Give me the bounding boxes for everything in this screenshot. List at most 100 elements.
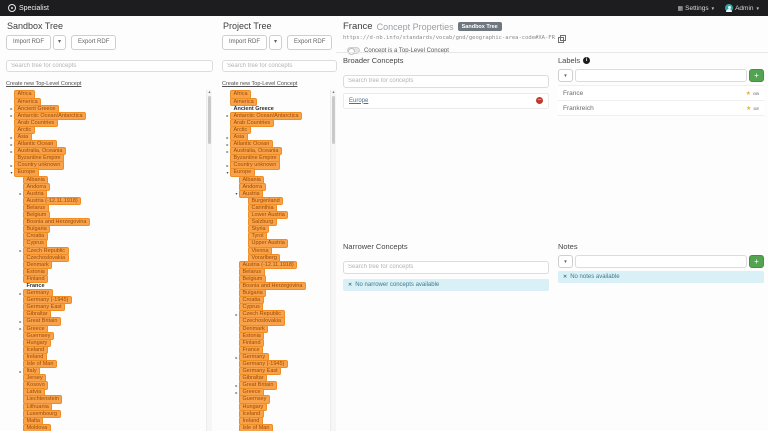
add-label-button[interactable]: + xyxy=(749,69,764,82)
notes-empty-alert: ✕ No notes available xyxy=(558,271,764,283)
label-language-code: DE xyxy=(753,106,759,111)
notes-empty-text: No notes available xyxy=(570,274,619,280)
project-import-rdf-button[interactable]: Import RDF xyxy=(222,35,267,50)
page-title: Concept Properties xyxy=(377,22,454,32)
info-icon[interactable]: i xyxy=(583,57,590,64)
dismiss-icon[interactable]: ✕ xyxy=(348,282,352,288)
chevron-down-icon: ▼ xyxy=(711,6,715,11)
scrollbar-thumb[interactable] xyxy=(208,96,211,144)
tree-item[interactable]: Salzburg xyxy=(223,219,328,226)
sandbox-tree: Africa America ▸ Ancient Greece ▸ Antarc… xyxy=(5,90,212,431)
admin-menu[interactable]: Admin ▼ xyxy=(725,4,760,12)
tree-item[interactable]: Hungary xyxy=(223,403,328,410)
tree-item[interactable]: Andorra xyxy=(223,183,328,190)
tree-item[interactable]: ▾ Europe xyxy=(223,169,328,176)
tree-item[interactable]: Iceland xyxy=(223,410,328,417)
brand-label: Specialist xyxy=(19,5,49,12)
narrower-heading: Narrower Concepts xyxy=(343,242,408,251)
sandbox-create-top-level-link[interactable]: Create new Top-Level Concept xyxy=(6,81,81,87)
label-row: Frankreich ★ DE xyxy=(558,101,764,116)
tree-item[interactable]: Albania xyxy=(223,176,328,183)
project-title: Project Tree xyxy=(221,16,336,35)
tree-item[interactable]: Guernsey xyxy=(223,396,328,403)
label-list: France ★ GB Frankreich ★ DE xyxy=(558,85,764,116)
tree-item[interactable]: Styria xyxy=(223,226,328,233)
header-divider xyxy=(336,52,768,53)
label-text: France xyxy=(563,90,583,97)
concept-title: France xyxy=(343,21,373,32)
add-note-button[interactable]: + xyxy=(749,255,764,268)
sandbox-search-input[interactable] xyxy=(6,60,213,72)
sandbox-export-rdf-button[interactable]: Export RDF xyxy=(71,35,116,50)
project-tree: Africa America Ancient Greece ▸ Antarcti… xyxy=(221,90,336,431)
sandbox-tree-scrollbar[interactable]: ▲ ▼ xyxy=(206,90,212,431)
tree-item[interactable]: Estonia xyxy=(223,332,328,339)
project-panel: Project Tree Import RDF ▾ Export RDF Cre… xyxy=(221,16,336,431)
label-row: France ★ GB xyxy=(558,86,764,101)
narrower-empty-alert: ✕ No narrower concepts available xyxy=(343,279,549,291)
tree-item[interactable]: Arab Countries xyxy=(7,119,204,126)
admin-label: Admin xyxy=(735,5,753,12)
toggle-knob xyxy=(348,48,355,55)
project-search-input[interactable] xyxy=(222,60,337,72)
app: Specialist ▦ Settings ▼ Admin ▼ Sandbox … xyxy=(0,0,768,431)
project-tree-scrollbar[interactable]: ▲ ▼ xyxy=(330,90,336,431)
topbar: Specialist ▦ Settings ▼ Admin ▼ xyxy=(0,0,768,16)
tree-item-label[interactable]: Isle of Man xyxy=(239,424,273,431)
tree-item[interactable]: Ireland xyxy=(223,417,328,424)
scroll-up-icon[interactable]: ▲ xyxy=(331,90,336,94)
tree-item[interactable]: Belarus xyxy=(223,268,328,275)
tree-item[interactable]: Denmark xyxy=(223,325,328,332)
preferred-star-icon[interactable]: ★ xyxy=(746,90,751,97)
remove-broader-icon[interactable]: – xyxy=(536,97,543,104)
settings-label: Settings xyxy=(685,5,709,12)
label-language-dropdown[interactable]: ▼ xyxy=(558,69,573,82)
preferred-star-icon[interactable]: ★ xyxy=(746,105,751,112)
broader-concept-link[interactable]: Europe xyxy=(349,98,368,104)
sandbox-import-rdf-button[interactable]: Import RDF xyxy=(6,35,51,50)
narrower-search-input[interactable] xyxy=(343,261,549,274)
tree-item[interactable]: Finland xyxy=(223,339,328,346)
tree-item[interactable]: Czechoslovakia xyxy=(223,318,328,325)
narrower-empty-text: No narrower concepts available xyxy=(355,282,439,288)
new-label-input[interactable] xyxy=(575,69,747,82)
dismiss-icon[interactable]: ✕ xyxy=(563,274,567,280)
tree-item-label[interactable]: Moldova xyxy=(23,424,51,431)
broader-list: Europe – xyxy=(343,93,549,109)
tree-item[interactable]: Upper Austria xyxy=(223,240,328,247)
avatar xyxy=(725,4,733,12)
label-language-code: GB xyxy=(753,91,759,96)
sandbox-title: Sandbox Tree xyxy=(5,16,212,35)
broader-heading: Broader Concepts xyxy=(343,56,403,65)
scroll-up-icon[interactable]: ▲ xyxy=(207,90,212,94)
settings-grid-icon: ▦ xyxy=(677,5,683,12)
concept-uri: https://d-nb.info/standards/vocab/gnd/ge… xyxy=(343,35,555,41)
notes-heading: Notes xyxy=(558,242,578,251)
tree-item[interactable]: Arctic xyxy=(7,126,204,133)
app-logo-icon xyxy=(8,4,16,12)
project-export-rdf-button[interactable]: Export RDF xyxy=(287,35,332,50)
chevron-down-icon: ▼ xyxy=(756,6,760,11)
scrollbar-thumb[interactable] xyxy=(332,96,335,144)
broader-item-row: Europe – xyxy=(344,94,548,108)
concept-properties: France Concept Properties Sandbox Tree h… xyxy=(343,16,764,54)
settings-menu[interactable]: ▦ Settings ▼ xyxy=(677,5,715,12)
new-note-input[interactable] xyxy=(575,255,747,268)
labels-heading: Labels xyxy=(558,56,580,65)
tree-item[interactable]: Austria (-12.11.1918) xyxy=(223,261,328,268)
narrower-concepts-section: Narrower Concepts ✕ No narrower concepts… xyxy=(343,242,549,291)
broader-search-input[interactable] xyxy=(343,75,549,88)
sandbox-import-options-button[interactable]: ▾ xyxy=(53,35,66,50)
copy-icon[interactable] xyxy=(558,35,564,41)
sandbox-panel: Sandbox Tree Import RDF ▾ Export RDF Cre… xyxy=(5,16,212,431)
project-import-options-button[interactable]: ▾ xyxy=(269,35,282,50)
tree-item[interactable]: Isle of Man xyxy=(223,424,328,431)
label-text: Frankreich xyxy=(563,105,594,112)
note-type-dropdown[interactable]: ▼ xyxy=(558,255,573,268)
tree-item[interactable]: France xyxy=(223,346,328,353)
notes-section: Notes ▼ + ✕ No notes available xyxy=(558,242,764,291)
brand: Specialist xyxy=(8,4,49,12)
project-create-top-level-link[interactable]: Create new Top-Level Concept xyxy=(222,81,297,87)
tree-item[interactable]: Cyprus xyxy=(7,240,204,247)
broader-concepts-section: Broader Concepts Europe – xyxy=(343,56,549,242)
